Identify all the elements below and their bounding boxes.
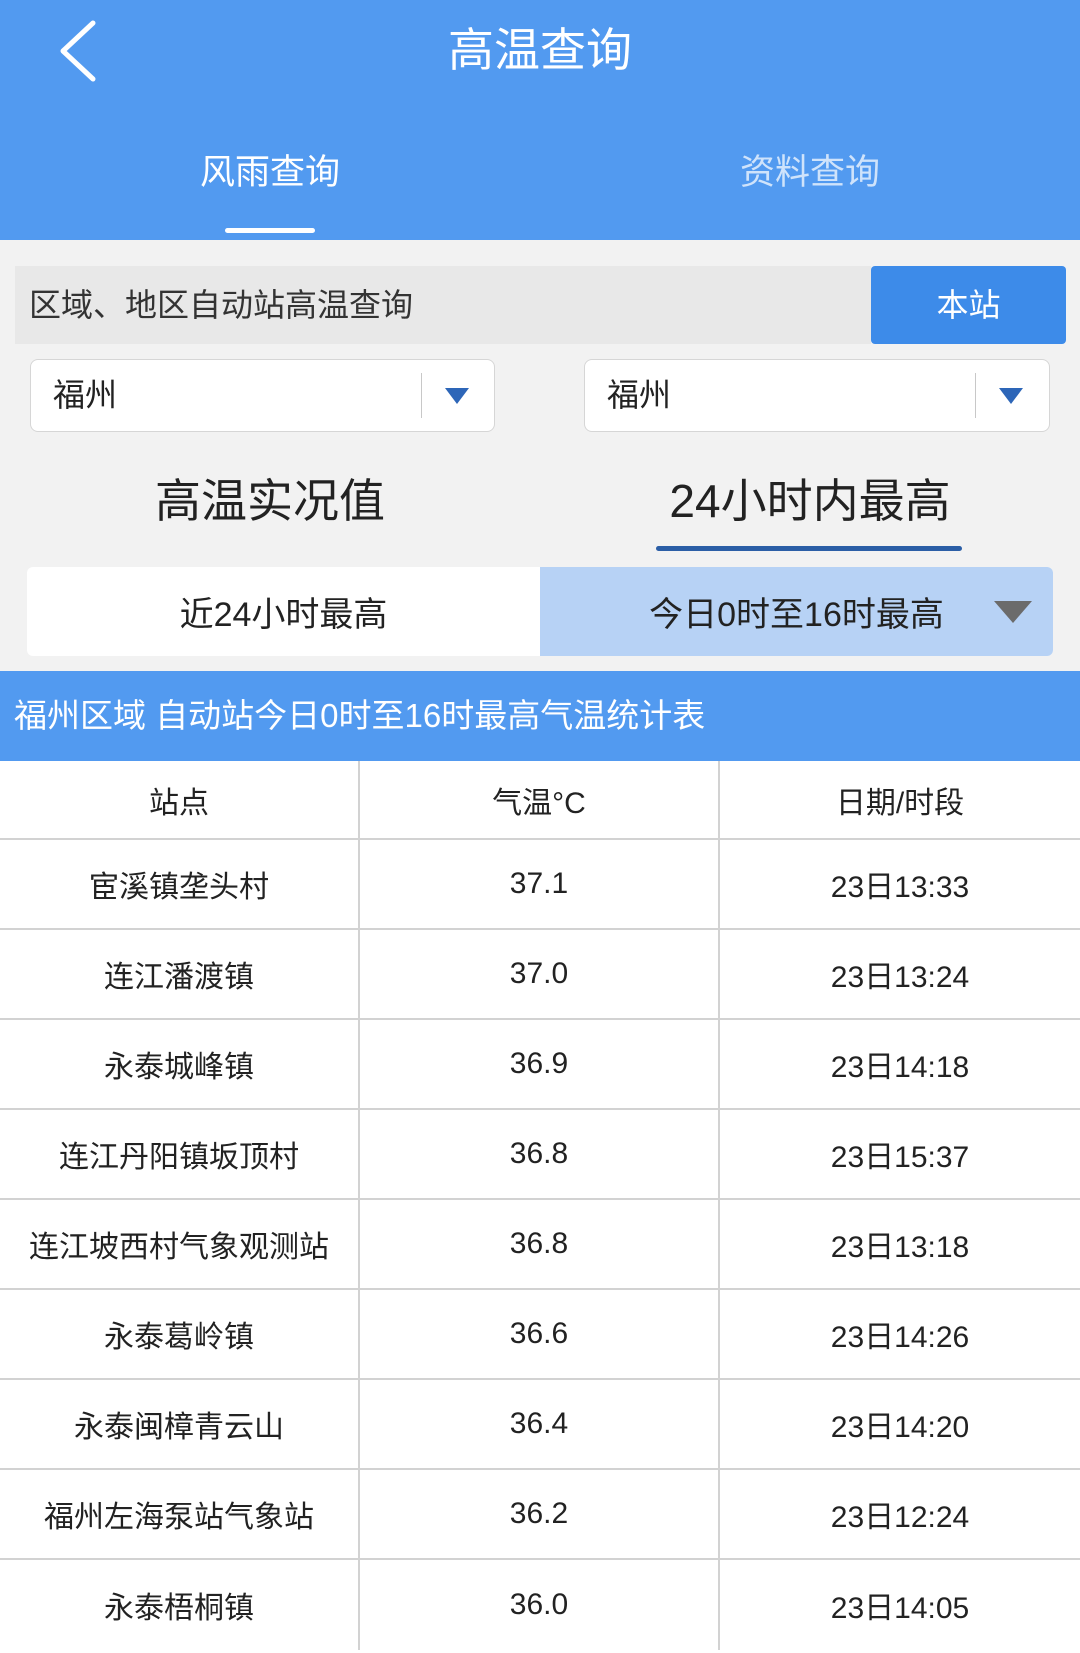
table-title-banner: 福州区域 自动站今日0时至16时最高气温统计表 — [0, 671, 1080, 761]
temperature-table: 站点 气温°C 日期/时段 宦溪镇垄头村 37.1 23日13:33 连江潘渡镇 37.… — [0, 761, 1080, 1653]
triangle-down-icon — [994, 601, 1032, 623]
range-last-24h-label: 近24小时最高 — [179, 596, 388, 634]
active-tab-indicator — [225, 228, 315, 233]
region-select-value: 福州 — [53, 377, 118, 413]
search-label: 区域、地区自动站高温查询 — [15, 266, 871, 344]
column-header-temperature: 气温°C — [360, 761, 720, 838]
local-station-button[interactable]: 本站 — [871, 266, 1066, 344]
tab-24h-max[interactable]: 24小时内最高 — [540, 470, 1080, 532]
triangle-down-icon — [445, 388, 469, 404]
station-cell: 连江坡西村气象观测站 — [0, 1200, 360, 1288]
table-row: 连江坡西村气象观测站 36.8 23日13:18 — [0, 1200, 1080, 1290]
datetime-cell: 23日14:26 — [830, 1321, 970, 1354]
datetime-cell: 23日13:24 — [830, 961, 970, 994]
temperature-cell: 36.9 — [360, 1020, 720, 1108]
tab-live-high-temp[interactable]: 高温实况值 — [0, 470, 540, 532]
select-divider — [975, 373, 976, 418]
table-row: 永泰梧桐镇 36.0 23日14:05 — [0, 1560, 1080, 1650]
table-row: 连江丹阳镇坂顶村 36.8 23日15:37 — [0, 1110, 1080, 1200]
table-row: 福州左海泵站气象站 36.2 23日12:24 — [0, 1470, 1080, 1560]
range-last-24h[interactable]: 近24小时最高 — [27, 567, 540, 656]
temperature-cell: 37.1 — [360, 840, 720, 928]
area-select-value: 福州 — [607, 377, 672, 413]
page-title: 高温查询 — [448, 24, 632, 76]
station-cell: 永泰城峰镇 — [0, 1020, 360, 1108]
temperature-cell: 36.2 — [360, 1470, 720, 1558]
temperature-cell: 36.0 — [360, 1560, 720, 1650]
range-today-label: 今日0时至16时最高 — [649, 596, 944, 634]
station-cell: 连江丹阳镇坂顶村 — [0, 1110, 360, 1198]
datetime-cell: 23日15:37 — [830, 1141, 970, 1174]
temperature-cell: 37.0 — [360, 930, 720, 1018]
temperature-cell: 36.6 — [360, 1290, 720, 1378]
table-row: 永泰闽樟青云山 36.4 23日14:20 — [0, 1380, 1080, 1470]
area-select[interactable]: 福州 — [584, 359, 1050, 432]
datetime-cell: 23日14:18 — [830, 1051, 970, 1084]
station-cell: 宦溪镇垄头村 — [0, 840, 360, 928]
table-row: 宦溪镇垄头村 37.1 23日13:33 — [0, 840, 1080, 930]
station-cell: 福州左海泵站气象站 — [0, 1470, 360, 1558]
temperature-cell: 36.8 — [360, 1200, 720, 1288]
tab-data-query[interactable]: 资料查询 — [540, 148, 1080, 198]
datetime-cell: 23日14:20 — [830, 1411, 970, 1444]
station-cell: 永泰梧桐镇 — [0, 1560, 360, 1650]
app-header: 高温查询 风雨查询 资料查询 — [0, 0, 1080, 240]
triangle-down-icon — [999, 388, 1023, 404]
tab-wind-rain-query[interactable]: 风雨查询 — [0, 148, 540, 198]
datetime-cell: 23日12:24 — [830, 1501, 970, 1534]
datetime-cell: 23日14:05 — [830, 1592, 970, 1625]
station-cell: 连江潘渡镇 — [0, 930, 360, 1018]
table-row: 永泰城峰镇 36.9 23日14:18 — [0, 1020, 1080, 1110]
select-divider — [421, 373, 422, 418]
temperature-cell: 36.4 — [360, 1380, 720, 1468]
range-today-0-16[interactable]: 今日0时至16时最高 — [540, 567, 1053, 656]
datetime-cell: 23日13:18 — [830, 1231, 970, 1264]
datetime-cell: 23日13:33 — [830, 871, 970, 904]
column-header-datetime: 日期/时段 — [835, 786, 965, 820]
range-segmented-control: 近24小时最高 今日0时至16时最高 — [27, 567, 1053, 656]
table-row: 永泰葛岭镇 36.6 23日14:26 — [0, 1290, 1080, 1380]
station-cell: 永泰葛岭镇 — [0, 1290, 360, 1378]
active-mode-indicator — [656, 546, 962, 551]
column-header-station: 站点 — [0, 761, 360, 838]
table-header-row: 站点 气温°C 日期/时段 — [0, 761, 1080, 840]
temperature-cell: 36.8 — [360, 1110, 720, 1198]
station-cell: 永泰闽樟青云山 — [0, 1380, 360, 1468]
region-select[interactable]: 福州 — [30, 359, 495, 432]
table-row: 连江潘渡镇 37.0 23日13:24 — [0, 930, 1080, 1020]
